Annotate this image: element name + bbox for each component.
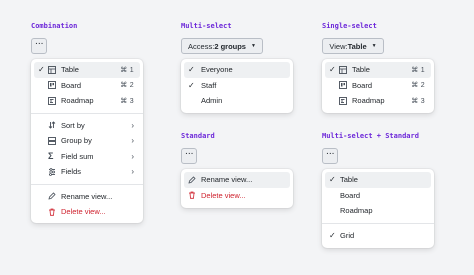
menu-item-label: Delete view... bbox=[201, 190, 246, 200]
menu-item-label: Roadmap bbox=[352, 96, 385, 106]
menu-item-admin[interactable]: Admin bbox=[184, 93, 290, 109]
view-prefix: View: bbox=[329, 41, 348, 51]
menu-item-label: Staff bbox=[201, 80, 217, 90]
menu-item-table[interactable]: ✓ Table ⌘ 1 bbox=[325, 62, 431, 78]
menu-item-grid[interactable]: ✓ Grid bbox=[325, 228, 431, 244]
section-title-combination: Combination bbox=[31, 22, 78, 30]
menu-item-everyone[interactable]: ✓ Everyone bbox=[184, 62, 290, 78]
menu-item-rename-view[interactable]: Rename view... bbox=[34, 189, 140, 205]
menu-divider bbox=[31, 183, 143, 185]
shortcut-label: ⌘ 1 bbox=[120, 66, 134, 74]
menu-item-label: Board bbox=[61, 80, 82, 90]
standard-menu: Rename view... Delete view... bbox=[181, 169, 293, 208]
section-title-single-select: Single-select bbox=[322, 22, 377, 30]
roadmap-icon bbox=[48, 96, 61, 105]
overflow-dots: ··· bbox=[184, 148, 194, 159]
menu-item-delete-view[interactable]: Delete view... bbox=[34, 204, 140, 220]
multi-select-menu: ✓ Everyone ✓ Staff Admin bbox=[181, 59, 293, 113]
section-title-multi-standard: Multi-select + Standard bbox=[322, 132, 419, 140]
board-icon bbox=[48, 81, 61, 90]
check-icon: ✓ bbox=[329, 175, 336, 185]
roadmap-icon bbox=[339, 96, 352, 105]
fields-icon bbox=[48, 167, 61, 176]
combination-overflow-button[interactable]: ··· bbox=[31, 38, 47, 54]
chevron-right-icon: › bbox=[131, 151, 134, 161]
check-icon: ✓ bbox=[329, 230, 336, 240]
access-prefix: Access: bbox=[188, 41, 215, 51]
shortcut-label: ⌘ 3 bbox=[411, 97, 425, 105]
menu-item-board[interactable]: Board bbox=[325, 188, 431, 204]
chevron-down-icon: ▼ bbox=[250, 43, 256, 49]
view-select-button[interactable]: View: Table ▼ bbox=[322, 38, 384, 54]
pencil-icon bbox=[48, 192, 61, 200]
menu-item-label: Board bbox=[340, 190, 361, 200]
chevron-right-icon: › bbox=[131, 136, 134, 146]
combination-menu: ✓ Table ⌘ 1 Board ⌘ 2 Roadmap ⌘ 3 Sort b… bbox=[31, 59, 143, 223]
chevron-down-icon: ▼ bbox=[371, 43, 377, 49]
menu-item-label: Delete view... bbox=[61, 207, 106, 217]
menu-item-board[interactable]: Board ⌘ 2 bbox=[325, 78, 431, 94]
menu-item-label: Sort by bbox=[61, 120, 85, 130]
menu-item-label: Group by bbox=[61, 136, 92, 146]
check-icon: ✓ bbox=[329, 65, 336, 75]
chevron-right-icon: › bbox=[131, 120, 134, 130]
menu-item-label: Roadmap bbox=[340, 206, 373, 216]
menu-item-roadmap[interactable]: Roadmap ⌘ 3 bbox=[34, 93, 140, 109]
menu-item-delete-view[interactable]: Delete view... bbox=[184, 188, 290, 204]
section-title-multi-select: Multi-select bbox=[181, 22, 232, 30]
check-icon: ✓ bbox=[188, 80, 195, 90]
section-title-standard: Standard bbox=[181, 132, 215, 140]
menu-item-table[interactable]: ✓ Table bbox=[325, 172, 431, 188]
pencil-icon bbox=[188, 176, 201, 184]
menu-item-label: Table bbox=[340, 175, 358, 185]
menu-item-table[interactable]: ✓ Table ⌘ 1 bbox=[34, 62, 140, 78]
menu-item-label: Roadmap bbox=[61, 96, 94, 106]
menu-item-label: Table bbox=[61, 65, 79, 75]
menu-item-label: Everyone bbox=[201, 65, 233, 75]
shortcut-label: ⌘ 2 bbox=[120, 82, 134, 90]
menu-item-staff[interactable]: ✓ Staff bbox=[184, 78, 290, 94]
menu-item-label: Grid bbox=[340, 230, 355, 240]
overflow-dots: ··· bbox=[34, 38, 44, 49]
menu-item-label: Board bbox=[352, 80, 373, 90]
menu-item-board[interactable]: Board ⌘ 2 bbox=[34, 78, 140, 94]
menu-item-roadmap[interactable]: Roadmap bbox=[325, 203, 431, 219]
board-icon bbox=[339, 81, 352, 90]
access-select-button[interactable]: Access: 2 groups ▼ bbox=[181, 38, 263, 54]
menu-item-label: Rename view... bbox=[61, 191, 113, 201]
menu-item-sort-by[interactable]: Sort by › bbox=[34, 118, 140, 134]
menu-item-label: Fields bbox=[61, 167, 82, 177]
single-select-menu: ✓ Table ⌘ 1 Board ⌘ 2 Roadmap ⌘ 3 bbox=[322, 59, 434, 113]
multi-standard-menu: ✓ Table Board Roadmap ✓ Grid bbox=[322, 169, 434, 248]
table-icon bbox=[339, 65, 352, 74]
standard-overflow-button[interactable]: ··· bbox=[181, 148, 197, 164]
menu-item-group-by[interactable]: Group by › bbox=[34, 133, 140, 149]
menu-item-label: Field sum bbox=[61, 151, 94, 161]
menu-item-roadmap[interactable]: Roadmap ⌘ 3 bbox=[325, 93, 431, 109]
menu-item-field-sum[interactable]: Σ Field sum › bbox=[34, 149, 140, 165]
menu-item-label: Rename view... bbox=[201, 175, 253, 185]
menu-item-label: Admin bbox=[201, 96, 223, 106]
shortcut-label: ⌘ 2 bbox=[411, 82, 425, 90]
overflow-dots: ··· bbox=[325, 148, 335, 159]
check-icon: ✓ bbox=[188, 65, 195, 75]
access-value: 2 groups bbox=[214, 41, 246, 51]
group-icon bbox=[48, 136, 61, 145]
view-value: Table bbox=[347, 41, 367, 51]
shortcut-label: ⌘ 3 bbox=[120, 97, 134, 105]
trash-icon bbox=[188, 191, 201, 199]
shortcut-label: ⌘ 1 bbox=[411, 66, 425, 74]
check-icon: ✓ bbox=[38, 65, 45, 75]
menu-item-label: Table bbox=[352, 65, 370, 75]
menu-divider bbox=[31, 112, 143, 114]
sort-icon bbox=[48, 121, 61, 129]
menu-item-fields[interactable]: Fields › bbox=[34, 164, 140, 180]
trash-icon bbox=[48, 208, 61, 216]
chevron-right-icon: › bbox=[131, 167, 134, 177]
menu-divider bbox=[322, 222, 434, 224]
sum-icon: Σ bbox=[48, 151, 54, 162]
menu-item-rename-view[interactable]: Rename view... bbox=[184, 172, 290, 188]
table-icon bbox=[48, 65, 61, 74]
multi-standard-overflow-button[interactable]: ··· bbox=[322, 148, 338, 164]
